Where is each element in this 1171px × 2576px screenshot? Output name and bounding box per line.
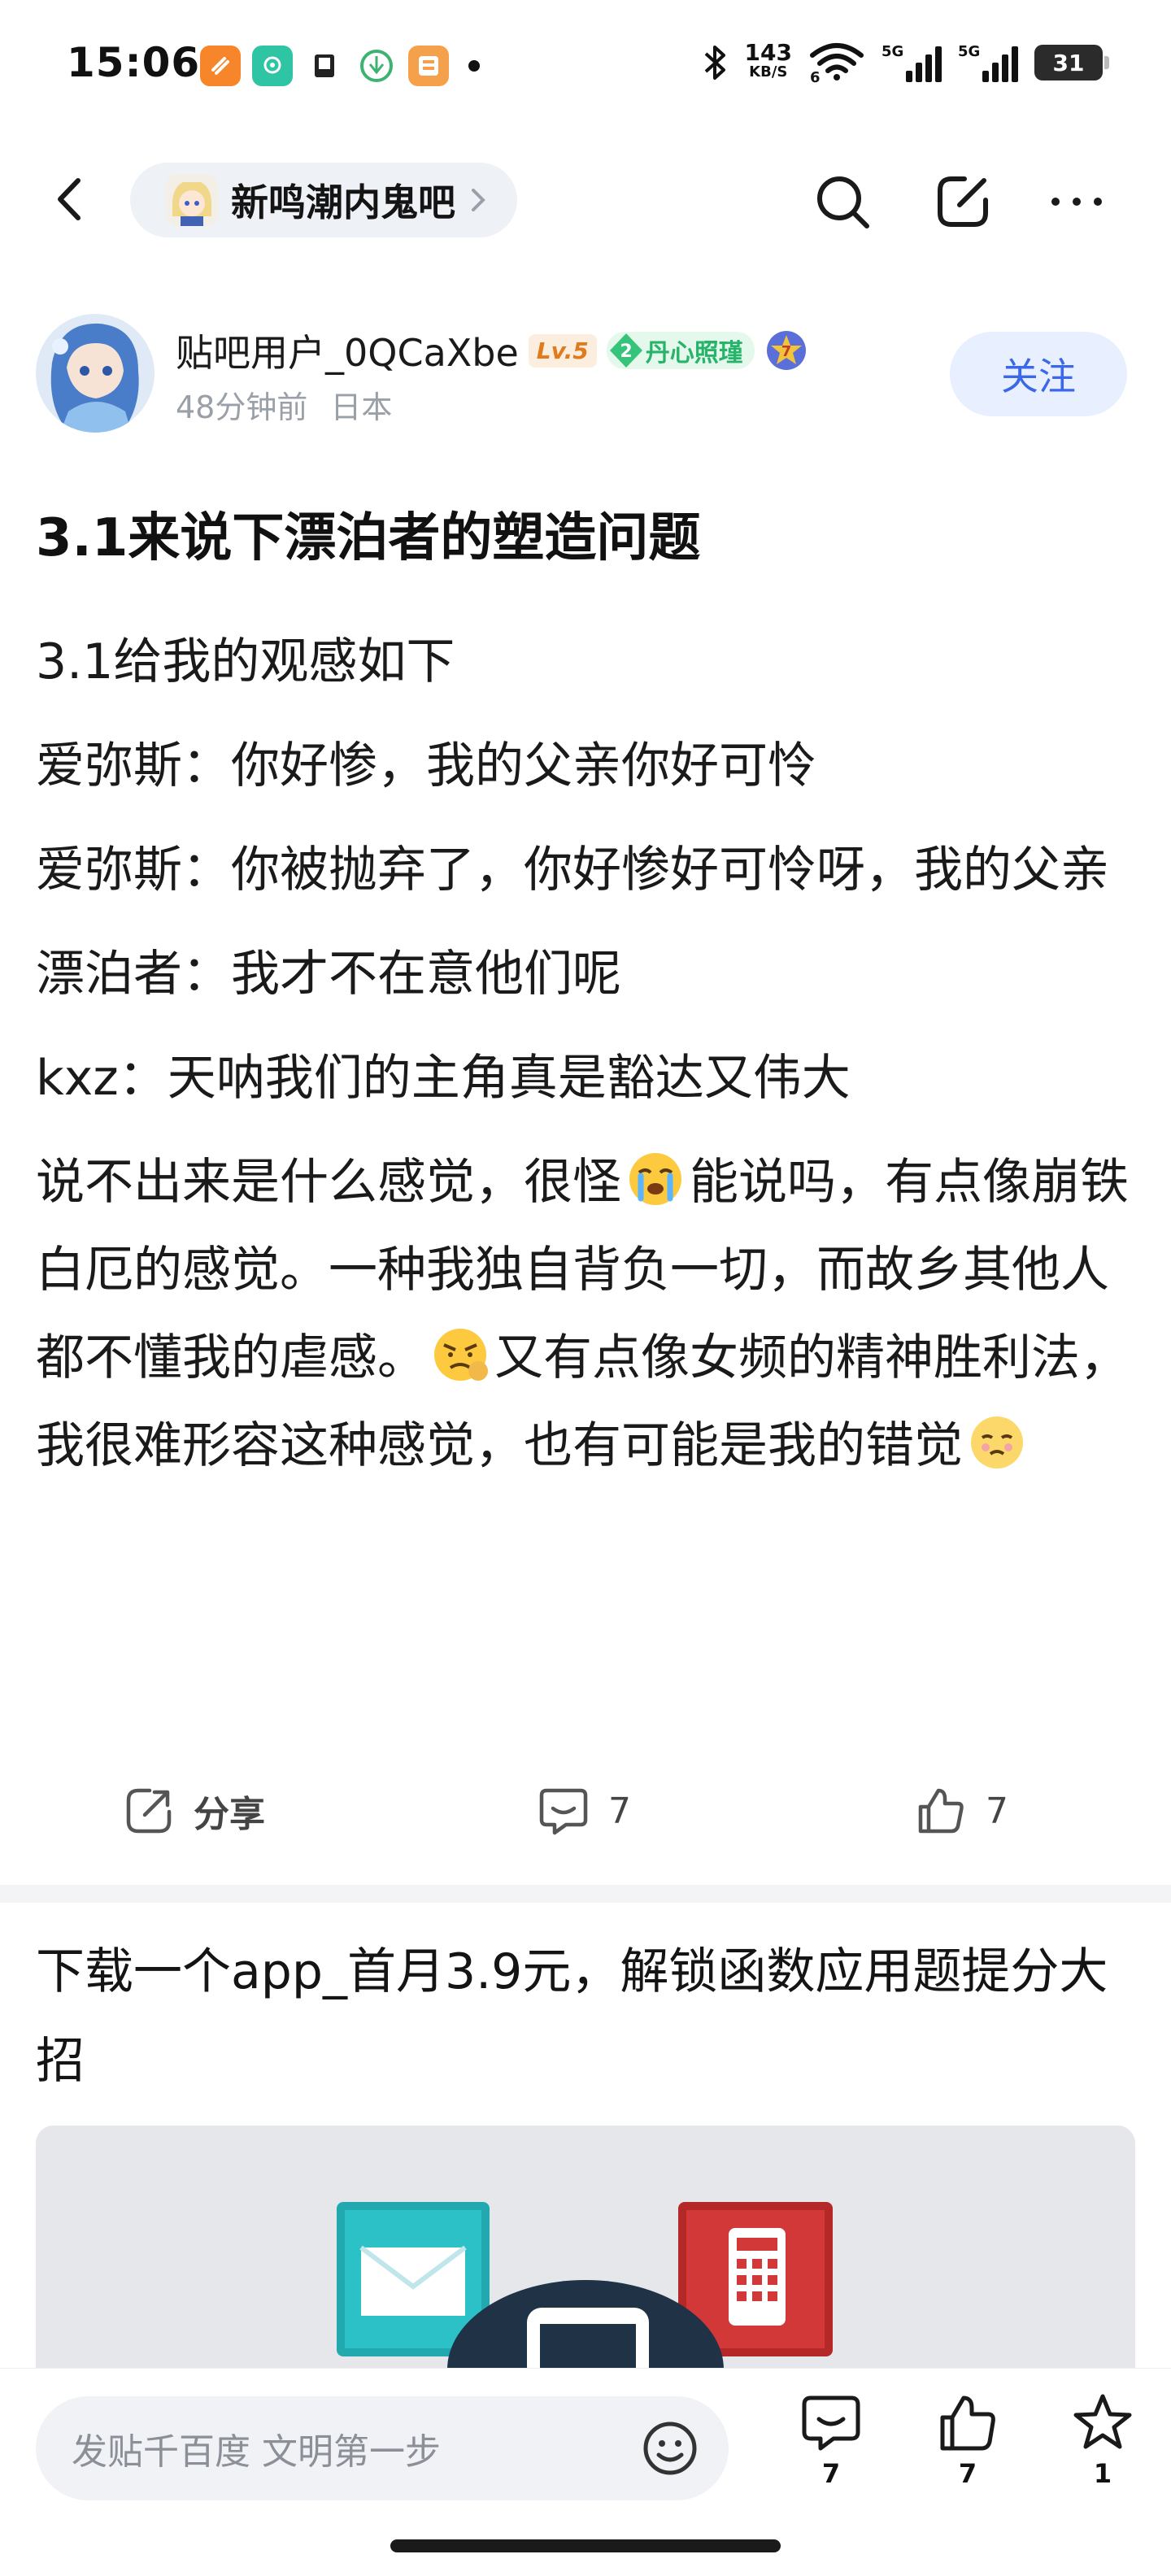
status-time: 15:06 [67, 39, 201, 86]
bottom-like-button[interactable]: 7 [927, 2391, 1008, 2489]
bottom-comment-button[interactable]: 7 [790, 2391, 872, 2489]
ad-image[interactable] [36, 2126, 1135, 2369]
app-notification-icon-4 [356, 46, 397, 86]
favorite-count: 1 [1093, 2458, 1112, 2489]
app-notification-icon-5 [408, 46, 449, 86]
comment-icon [539, 1788, 588, 1835]
badge-text: 丹心照瑾 [645, 339, 743, 368]
post-line: 爱弥斯：你好惨，我的父亲你好可怜 [36, 738, 816, 794]
favorite-button[interactable]: 1 [1062, 2391, 1143, 2489]
bottom-comment-count: 7 [821, 2458, 841, 2489]
comment-button[interactable]: 7 [537, 1784, 631, 1838]
post-title: 3.1来说下漂泊者的塑造问题 [36, 508, 701, 568]
more-options-icon[interactable] [1046, 171, 1108, 233]
status-indicators: 143 KB/S 6 5G 5G 31 [701, 39, 1109, 86]
bottom-like-count: 7 [958, 2458, 977, 2489]
battery-indicator: 31 [1034, 45, 1109, 80]
status-bar: 15:06 143 KB/S 6 5G 5G 31 [0, 0, 1171, 130]
more-notifications-dot [468, 60, 480, 72]
forum-avatar [166, 174, 218, 226]
username-row: 贴吧用户_0QCaXbe Lv.5 2 丹心照瑾 7 [176, 324, 808, 377]
share-button[interactable]: 分享 [122, 1784, 265, 1838]
post-location: 日本 [330, 389, 393, 425]
post-line: kxz：天呐我们的主角真是豁达又伟大 [36, 1050, 851, 1107]
share-label: 分享 [194, 1794, 265, 1835]
back-arrow-icon[interactable] [42, 171, 99, 228]
thumbs-up-icon [940, 2395, 995, 2451]
forum-link[interactable]: 新鸣潮内鬼吧 [130, 163, 517, 237]
post-line: 3.1给我的观感如下 [36, 633, 455, 690]
wifi-label: 6 [810, 69, 821, 86]
home-indicator[interactable] [390, 2539, 781, 2552]
ad-title[interactable]: 下载一个app_首月3.9元，解锁函数应用题提分大招 [36, 1927, 1135, 2106]
username[interactable]: 贴吧用户_0QCaXbe [176, 324, 519, 377]
forum-name: 新鸣潮内鬼吧 [231, 181, 455, 224]
app-notification-icon-1 [200, 46, 241, 86]
app-notification-icon-2 [252, 46, 293, 86]
follow-button[interactable]: 关注 [950, 332, 1127, 416]
thumbs-up-icon [918, 1788, 964, 1834]
post-meta: 48分钟前 日本 [176, 382, 392, 427]
user-avatar[interactable] [36, 314, 155, 433]
post-body: 3.1给我的观感如下 爱弥斯：你好惨，我的父亲你好可怜 爱弥斯：你被抛弃了，你好… [36, 618, 1135, 1511]
member-badge: 2 丹心照瑾 [606, 332, 755, 369]
search-icon[interactable] [812, 171, 873, 233]
crying-emoji-icon [629, 1153, 681, 1205]
notification-icons [200, 46, 480, 86]
author-header: 贴吧用户_0QCaXbe Lv.5 2 丹心照瑾 7 48分钟前 日本 关注 [36, 314, 1135, 436]
section-divider [0, 1885, 1171, 1903]
post-time: 48分钟前 [176, 389, 308, 425]
reply-placeholder: 发贴千百度 文明第一步 [72, 2431, 441, 2473]
bluetooth-icon [704, 46, 725, 80]
like-button[interactable]: 7 [914, 1784, 1008, 1838]
post-action-row: 分享 7 7 [0, 1773, 1171, 1854]
network-speed: 143 KB/S [744, 39, 792, 81]
star-level-badge-icon: 7 [766, 331, 806, 370]
reply-input[interactable]: 发贴千百度 文明第一步 [36, 2396, 729, 2500]
post-line: 爱弥斯：你被抛弃了，你好惨好可怜呀，我的父亲 [36, 842, 1109, 899]
emoji-picker-icon[interactable] [639, 2417, 701, 2479]
grimace-emoji-icon [434, 1329, 488, 1381]
comment-count: 7 [608, 1790, 631, 1832]
badge-number: 2 [620, 342, 632, 362]
chevron-right-icon [472, 189, 485, 211]
post-line: 漂泊者：我才不在意他们呢 [36, 946, 621, 1003]
level-badge: Lv.5 [528, 333, 597, 368]
app-notification-icon-3 [304, 46, 345, 86]
diamond-badge-icon: 2 [609, 333, 642, 368]
wifi-indicator: 6 [808, 41, 865, 86]
share-icon [126, 1788, 172, 1834]
edit-post-icon[interactable] [932, 171, 994, 233]
comment-icon [802, 2395, 860, 2451]
star-icon [1073, 2394, 1132, 2449]
cell-signal-2: 5G [958, 43, 1018, 82]
post-paragraph: 说不出来是什么感觉，很怪 能说吗，有点像崩铁白厄的感觉。一种我独自背负一切，而故乡… [36, 1138, 1135, 1490]
top-navigation-bar: 新鸣潮内鬼吧 [0, 154, 1171, 244]
bottom-reply-bar: 发贴千百度 文明第一步 7 7 1 [0, 2368, 1171, 2576]
cell-signal-1: 5G [882, 43, 942, 82]
like-count: 7 [986, 1790, 1008, 1832]
teary-emoji-icon [971, 1416, 1023, 1469]
star-badge-number: 7 [781, 343, 791, 360]
